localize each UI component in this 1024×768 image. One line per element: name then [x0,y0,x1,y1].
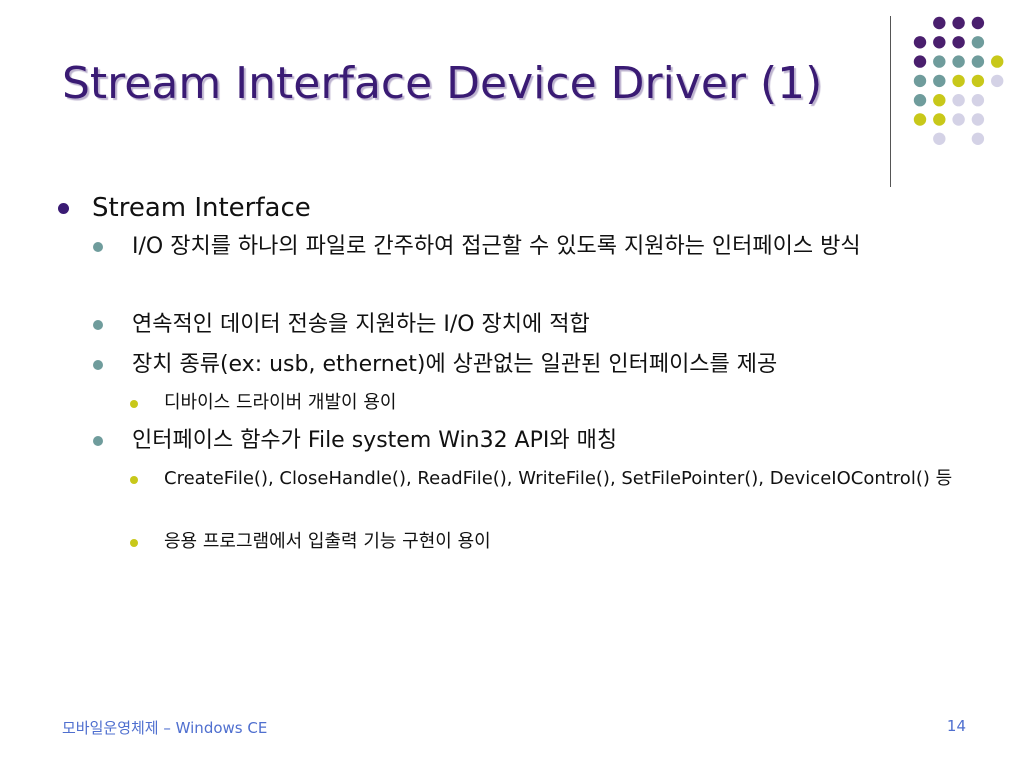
bullet-text: Stream Interface [92,193,311,223]
bullet-dot [93,436,103,446]
bullet-dot [93,242,103,252]
bullet-item-level2: 장치 종류(ex: usb, ethernet)에 상관없는 일관된 인터페이스… [93,348,987,382]
bullet-dot [130,400,138,408]
bullet-dot [58,203,69,214]
slide-body: Stream Interface I/O 장치를 하나의 파일로 간주하여 접근… [0,0,1024,768]
bullet-item-level1: Stream Interface [58,193,972,223]
bullet-text: 장치 종류(ex: usb, ethernet)에 상관없는 일관된 인터페이스… [132,352,778,377]
slide: Stream Interface Device Driver (1) Strea… [0,0,1024,768]
bullet-text: CreateFile(), CloseHandle(), ReadFile(),… [164,468,953,489]
bullet-dot [93,360,103,370]
bullet-text: 인터페이스 함수가 File system Win32 API와 매칭 [132,428,618,453]
bullet-dot [130,476,138,484]
bullet-item-level2: 인터페이스 함수가 File system Win32 API와 매칭 [93,424,987,458]
bullet-text: I/O 장치를 하나의 파일로 간주하여 접근할 수 있도록 지원하는 인터페이… [132,234,861,259]
bullet-text: 디바이스 드라이버 개발이 용이 [164,392,397,413]
footer-page-number: 14 [946,717,966,735]
bullet-text: 연속적인 데이터 전송을 지원하는 I/O 장치에 적합 [132,312,590,337]
bullet-item-level3: CreateFile(), CloseHandle(), ReadFile(),… [130,465,954,493]
bullet-text: 응용 프로그램에서 입출력 기능 구현이 용이 [164,531,491,552]
footer-course-title: 모바일운영체제 – Windows CE [62,719,268,737]
bullet-item-level2: I/O 장치를 하나의 파일로 간주하여 접근할 수 있도록 지원하는 인터페이… [93,230,987,264]
bullet-dot [93,320,103,330]
bullet-item-level3: 디바이스 드라이버 개발이 용이 [130,389,954,417]
bullet-item-level3: 응용 프로그램에서 입출력 기능 구현이 용이 [130,528,954,556]
bullet-dot [130,539,138,547]
bullet-item-level2: 연속적인 데이터 전송을 지원하는 I/O 장치에 적합 [93,308,987,342]
